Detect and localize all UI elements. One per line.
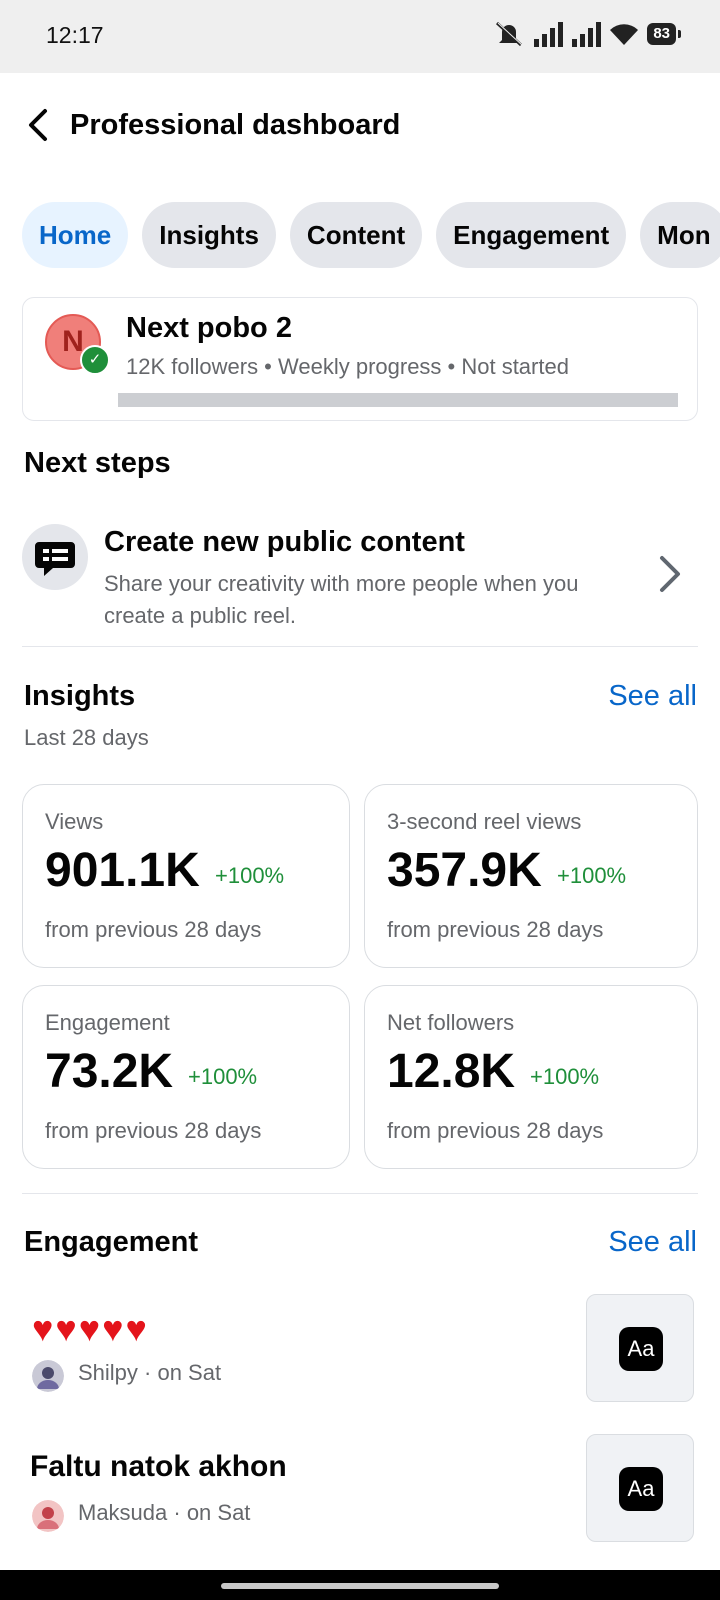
message-icon	[35, 542, 75, 576]
step-description: Share your creativity with more people w…	[104, 571, 579, 628]
post-thumbnail[interactable]: Aa	[586, 1434, 694, 1542]
step-title: Create new public content	[104, 526, 465, 558]
divider	[22, 1193, 698, 1194]
insights-see-all-link[interactable]: See all	[608, 680, 697, 713]
metric-footer: from previous 28 days	[45, 917, 262, 942]
hearts-comment: ♥♥♥♥♥	[32, 1308, 149, 1349]
engagement-meta: Shilpy · on Sat	[78, 1360, 222, 1385]
divider	[22, 646, 698, 647]
tab-home[interactable]: Home	[22, 202, 129, 268]
tab-engagement[interactable]: Engagement	[436, 202, 627, 268]
tab-bar: Home Insights Content Engagement Mon	[22, 202, 720, 270]
metric-label: Engagement	[45, 1010, 170, 1035]
status-time: 12:17	[46, 22, 104, 48]
metric-change: +100%	[215, 863, 285, 888]
metric-change: +100%	[530, 1064, 600, 1089]
engagement-comment: Faltu natok akhon	[30, 1450, 287, 1483]
step-icon-container	[22, 524, 88, 590]
text-post-icon: Aa	[619, 1327, 663, 1371]
metric-card-net-followers[interactable]: Net followers 12.8K +100% from previous …	[364, 985, 698, 1169]
signal-icon	[534, 22, 564, 47]
weekly-progress-bar	[118, 393, 678, 407]
metric-value: 901.1K	[45, 844, 200, 897]
insights-heading: Insights	[24, 680, 136, 712]
metric-card-reel-views[interactable]: 3-second reel views 357.9K +100% from pr…	[364, 784, 698, 968]
metric-card-engagement[interactable]: Engagement 73.2K +100% from previous 28 …	[22, 985, 350, 1169]
metric-label: Net followers	[387, 1010, 515, 1035]
engagement-meta: Maksuda · on Sat	[78, 1500, 251, 1525]
metric-label: Views	[45, 809, 104, 834]
back-arrow-icon[interactable]	[18, 103, 62, 147]
tab-monetization[interactable]: Mon	[640, 202, 720, 268]
insights-period: Last 28 days	[24, 725, 149, 750]
metric-change: +100%	[188, 1064, 258, 1089]
metric-value: 73.2K	[45, 1045, 174, 1098]
metric-footer: from previous 28 days	[45, 1118, 262, 1143]
metric-label: 3-second reel views	[387, 809, 582, 834]
profile-subtitle: 12K followers • Weekly progress • Not st…	[126, 354, 569, 379]
text-post-icon: Aa	[619, 1467, 663, 1511]
page-title: Professional dashboard	[70, 109, 401, 141]
avatar	[32, 1360, 64, 1392]
chevron-right-icon	[660, 556, 680, 592]
check-badge-icon: ✓	[80, 345, 110, 375]
tab-insights[interactable]: Insights	[142, 202, 276, 268]
metric-change: +100%	[557, 863, 627, 888]
signal-icon	[572, 22, 602, 47]
metric-card-views[interactable]: Views 901.1K +100% from previous 28 days	[22, 784, 350, 968]
profile-progress-card[interactable]: N ✓ Next pobo 2 12K followers • Weekly p…	[22, 297, 698, 421]
status-icons: 83	[493, 20, 681, 48]
engagement-see-all-link[interactable]: See all	[608, 1226, 697, 1259]
metric-footer: from previous 28 days	[387, 917, 604, 942]
mute-icon	[496, 21, 523, 47]
system-nav-bar	[0, 1570, 720, 1600]
metric-value: 357.9K	[387, 844, 542, 897]
post-thumbnail[interactable]: Aa	[586, 1294, 694, 1402]
battery-icon: 83	[647, 23, 681, 45]
home-indicator[interactable]	[221, 1583, 499, 1589]
metric-footer: from previous 28 days	[387, 1118, 604, 1143]
engagement-item[interactable]: ♥♥♥♥♥ Shilpy · on Sat Aa	[22, 1294, 698, 1406]
avatar	[32, 1500, 64, 1532]
tab-content[interactable]: Content	[289, 202, 423, 268]
create-content-item[interactable]: Create new public content Share your cre…	[22, 522, 698, 628]
profile-name: Next pobo 2	[126, 312, 292, 344]
metric-value: 12.8K	[387, 1045, 516, 1098]
wifi-icon	[610, 24, 639, 45]
engagement-item[interactable]: Faltu natok akhon Maksuda · on Sat Aa	[22, 1434, 698, 1546]
status-bar: 12:17 83	[0, 0, 720, 73]
header: Professional dashboard	[0, 95, 720, 160]
next-steps-heading: Next steps	[24, 447, 171, 479]
engagement-heading: Engagement	[24, 1226, 199, 1258]
